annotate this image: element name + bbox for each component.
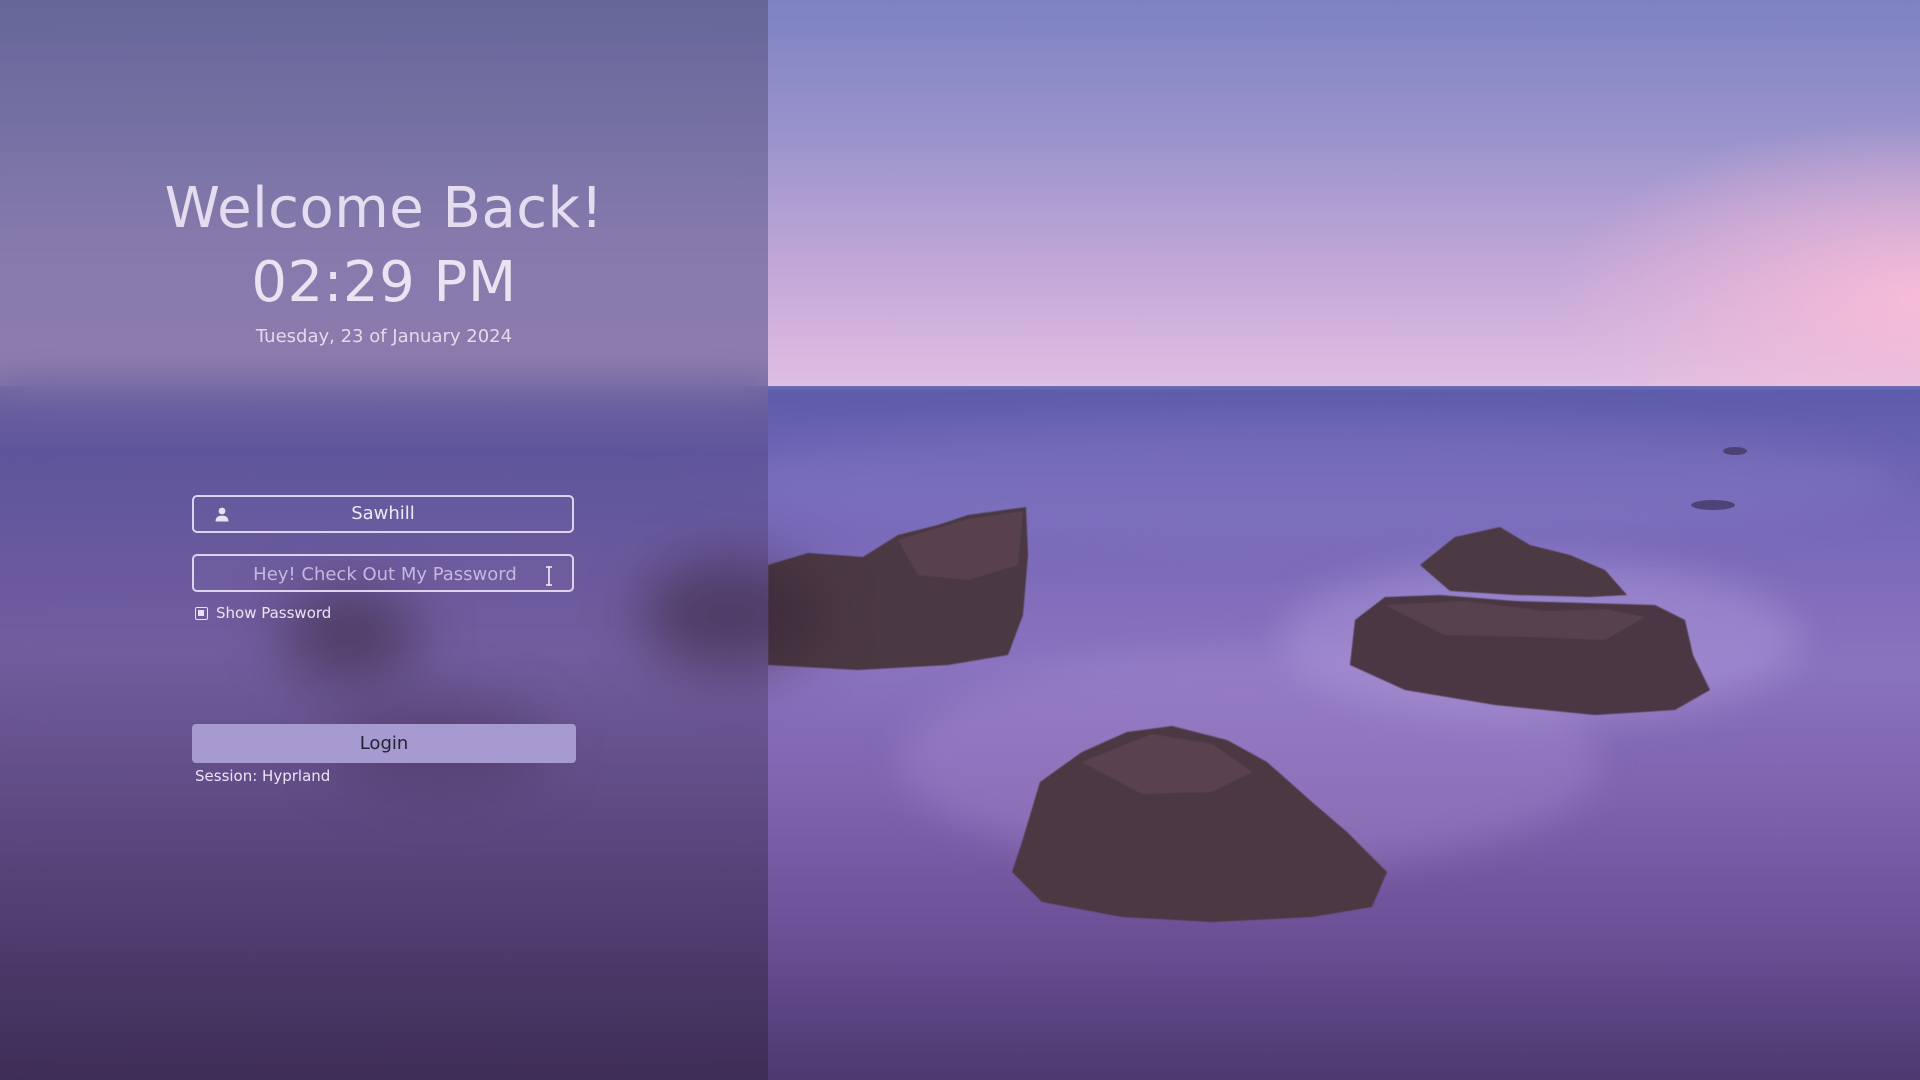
wallpaper-rock xyxy=(1350,527,1710,715)
clock-time: 02:29 PM xyxy=(251,250,517,315)
text-cursor-icon xyxy=(546,566,552,586)
session-selector[interactable]: Session: Hyprland xyxy=(195,767,330,785)
login-button[interactable]: Login xyxy=(192,724,576,763)
wallpaper-rock xyxy=(1723,447,1747,455)
show-password-label: Show Password xyxy=(216,604,332,622)
greeting-text: Welcome Back! xyxy=(164,176,604,241)
username-field[interactable]: Sawhill xyxy=(192,495,574,533)
login-screen: Welcome Back! 02:29 PM Tuesday, 23 of Ja… xyxy=(0,0,1920,1080)
wallpaper-rock xyxy=(1691,500,1735,510)
checkbox-icon[interactable] xyxy=(195,606,208,620)
clock-date: Tuesday, 23 of January 2024 xyxy=(255,326,513,347)
password-field[interactable] xyxy=(192,554,576,592)
password-input[interactable] xyxy=(194,556,576,592)
login-panel: Welcome Back! 02:29 PM Tuesday, 23 of Ja… xyxy=(0,0,820,1080)
wallpaper-rock xyxy=(1012,726,1387,922)
show-password-toggle[interactable]: Show Password xyxy=(195,603,331,623)
username-value: Sawhill xyxy=(351,503,415,524)
panel-blur-shape xyxy=(640,560,820,670)
